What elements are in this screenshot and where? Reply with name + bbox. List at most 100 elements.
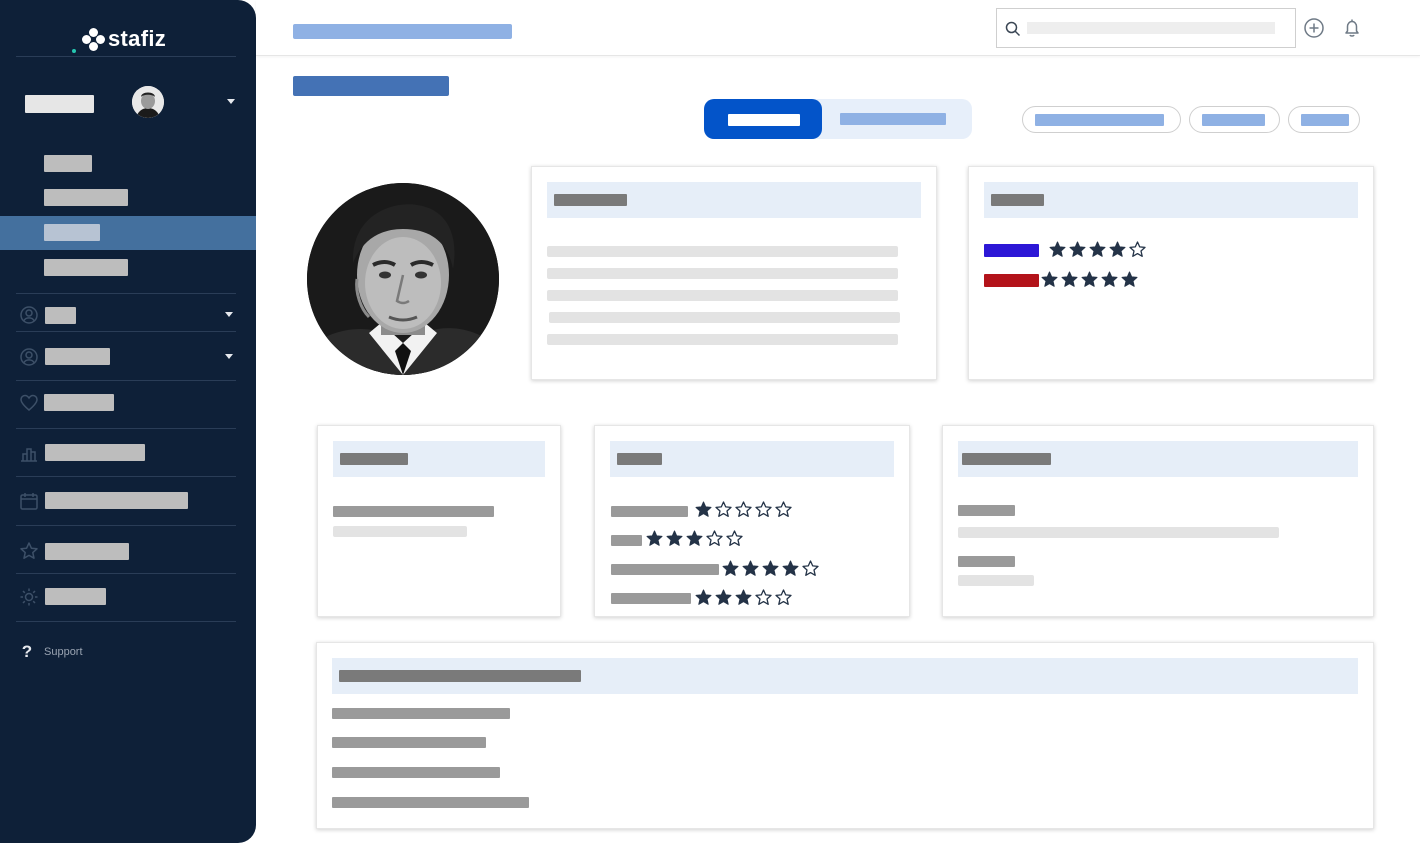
action-pill-3[interactable]	[1288, 106, 1360, 133]
star-filled-icon	[666, 530, 683, 546]
skill-3-label	[611, 564, 719, 575]
user-avatar[interactable]	[132, 86, 164, 118]
languages-card-header	[984, 182, 1358, 218]
sidebar-item-1[interactable]	[45, 307, 76, 324]
sidebar-subitem-4[interactable]	[44, 259, 128, 276]
sidebar-item-2[interactable]	[45, 348, 110, 365]
star-filled-icon	[722, 560, 739, 576]
star-filled-icon	[715, 589, 732, 605]
calendar-icon	[20, 493, 38, 510]
language-1-rating	[1049, 241, 1146, 258]
details-card	[942, 425, 1374, 617]
sidebar-subitem-active-highlight[interactable]	[0, 216, 256, 250]
brand-name: stafiz	[108, 26, 167, 51]
sidebar-item-4[interactable]	[45, 444, 145, 461]
brand-logo[interactable]: stafiz	[82, 26, 166, 52]
support-link[interactable]: ? Support	[20, 642, 83, 662]
details-card-title	[962, 453, 1051, 465]
experience-item	[332, 797, 529, 808]
experience-card	[316, 642, 1374, 829]
star-filled-icon	[1041, 271, 1058, 287]
skill-4-rating	[695, 589, 792, 606]
info-card-header	[333, 441, 545, 477]
star-empty-icon	[715, 501, 732, 517]
action-pill-2[interactable]	[1189, 106, 1280, 133]
tab-1-active[interactable]	[704, 99, 822, 139]
star-filled-icon	[695, 589, 712, 605]
star-empty-icon	[706, 530, 723, 546]
chart-icon	[21, 448, 37, 462]
info-card-subvalue	[333, 526, 467, 537]
star-icon	[20, 542, 38, 559]
languages-card	[968, 166, 1374, 380]
star-filled-icon	[742, 560, 759, 576]
star-filled-icon	[1061, 271, 1078, 287]
sidebar-subitem-2[interactable]	[44, 189, 128, 206]
search-placeholder	[1027, 22, 1275, 34]
star-empty-icon	[755, 589, 772, 605]
skill-2-rating	[646, 530, 743, 547]
sidebar-divider	[16, 621, 236, 622]
experience-card-header	[332, 658, 1358, 694]
sidebar-item-7[interactable]	[45, 588, 106, 605]
sidebar-divider	[16, 476, 236, 477]
star-empty-icon	[775, 589, 792, 605]
star-filled-icon	[782, 560, 799, 576]
view-tabs	[704, 99, 972, 139]
sidebar-divider	[16, 573, 236, 574]
experience-item	[332, 737, 486, 748]
tab-1-label	[728, 114, 800, 126]
sun-icon	[20, 588, 38, 606]
about-card-title	[554, 194, 627, 206]
details-field-2-value	[958, 575, 1034, 586]
details-field-1-value	[958, 527, 1279, 538]
user-name-placeholder[interactable]	[25, 95, 94, 113]
star-filled-icon	[762, 560, 779, 576]
sidebar-subitem-1[interactable]	[44, 155, 92, 172]
star-empty-icon	[735, 501, 752, 517]
star-filled-icon	[1089, 241, 1106, 257]
about-text-line	[547, 268, 898, 279]
skill-4-label	[611, 593, 691, 604]
logo-mark-icon	[82, 28, 105, 51]
help-icon: ?	[21, 642, 33, 661]
languages-card-title	[991, 194, 1044, 206]
chevron-down-icon[interactable]	[225, 312, 233, 317]
sidebar-subitem-3[interactable]	[44, 224, 100, 241]
tab-2[interactable]	[822, 99, 972, 139]
sidebar-divider	[16, 331, 236, 332]
star-empty-icon	[802, 560, 819, 576]
experience-card-title	[339, 670, 581, 682]
star-filled-icon	[686, 530, 703, 546]
app-root: stafiz ? Support	[0, 0, 1420, 843]
action-pill-1[interactable]	[1022, 106, 1181, 133]
about-text-line	[547, 246, 898, 257]
star-filled-icon	[1101, 271, 1118, 287]
search-icon	[1005, 21, 1021, 37]
star-filled-icon	[1081, 271, 1098, 287]
sidebar-divider	[16, 293, 236, 294]
details-field-2-label	[958, 556, 1015, 567]
skill-1-rating	[695, 501, 792, 518]
skill-3-rating	[722, 560, 819, 577]
about-card	[531, 166, 937, 380]
heart-icon	[20, 394, 38, 411]
sidebar-item-6[interactable]	[45, 543, 129, 560]
details-card-header	[958, 441, 1358, 477]
star-filled-icon	[646, 530, 663, 546]
bell-icon[interactable]	[1341, 17, 1363, 39]
language-2-rating	[1041, 271, 1138, 288]
star-filled-icon	[1069, 241, 1086, 257]
tab-2-label	[840, 113, 946, 125]
sidebar-item-3[interactable]	[44, 394, 114, 411]
experience-item	[332, 708, 510, 719]
about-text-line	[547, 290, 898, 301]
sidebar-item-5[interactable]	[45, 492, 188, 509]
info-card	[317, 425, 561, 617]
chevron-down-icon[interactable]	[225, 354, 233, 359]
star-filled-icon	[735, 589, 752, 605]
user-menu-caret-icon[interactable]	[227, 99, 235, 104]
star-empty-icon	[775, 501, 792, 517]
add-circle-icon[interactable]	[1303, 17, 1325, 39]
search-input[interactable]	[996, 8, 1296, 48]
